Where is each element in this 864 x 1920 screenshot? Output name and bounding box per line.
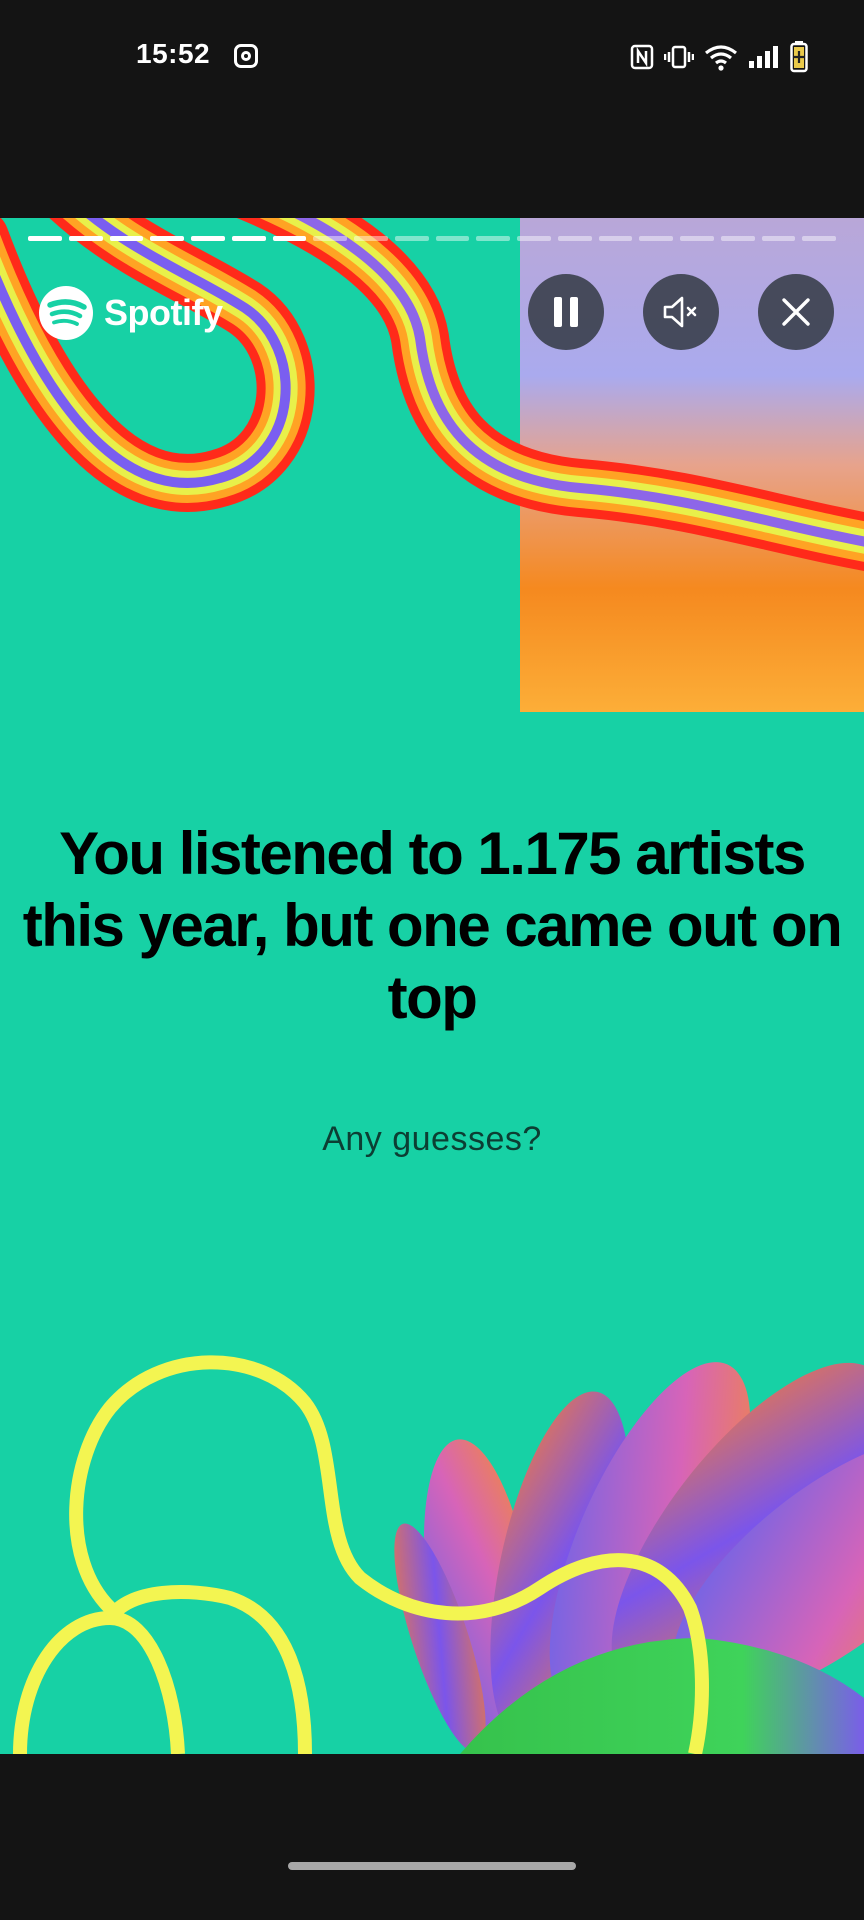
progress-segment [476,236,510,241]
story-headline: You listened to 1.175 artists this year,… [22,820,843,1031]
story-progress-bar [28,236,836,242]
spotify-logo: Spotify [38,284,223,342]
close-icon [782,298,810,326]
progress-segment [313,236,347,241]
progress-segment [802,236,836,241]
status-time: 15:52 [136,38,211,69]
progress-segment [435,236,470,241]
progress-segment [354,236,388,241]
progress-segment [191,236,225,241]
instagram-icon [234,44,258,68]
progress-segment [720,236,755,241]
story-subtitle: Any guesses? [322,1120,542,1158]
progress-segment [517,236,551,241]
pause-icon [554,297,578,327]
wrapped-story-card[interactable]: Spotify You listened to 1.175 artists th… [0,218,864,1754]
pause-button[interactable] [528,274,604,350]
status-bar: 15:52 [0,0,864,118]
wifi-icon [705,45,737,71]
progress-segment [639,236,673,241]
progress-segment [598,236,633,241]
progress-segment [231,236,266,241]
speaker-muted-icon [663,296,697,328]
progress-segment [394,236,429,241]
progress-segment [761,236,796,241]
status-icons [630,41,808,73]
progress-segment [28,236,62,241]
progress-segment [150,236,184,241]
spotify-logo-icon [39,286,93,340]
home-indicator[interactable] [288,1862,576,1870]
mute-button[interactable] [643,274,719,350]
progress-segment [68,236,103,241]
close-button[interactable] [758,274,834,350]
flower-petals [394,1362,864,1754]
progress-segment [557,236,592,241]
vibrate-icon [664,45,694,69]
progress-segment [109,236,144,241]
progress-segment [272,236,307,241]
spotify-wordmark: Spotify [104,292,223,333]
battery-icon [790,41,808,73]
nfc-icon [630,44,654,70]
signal-icon [749,46,778,68]
phone-screen: 15:52 Spotify You listened to 1.175 arti… [0,0,864,1920]
progress-segment [680,236,714,241]
